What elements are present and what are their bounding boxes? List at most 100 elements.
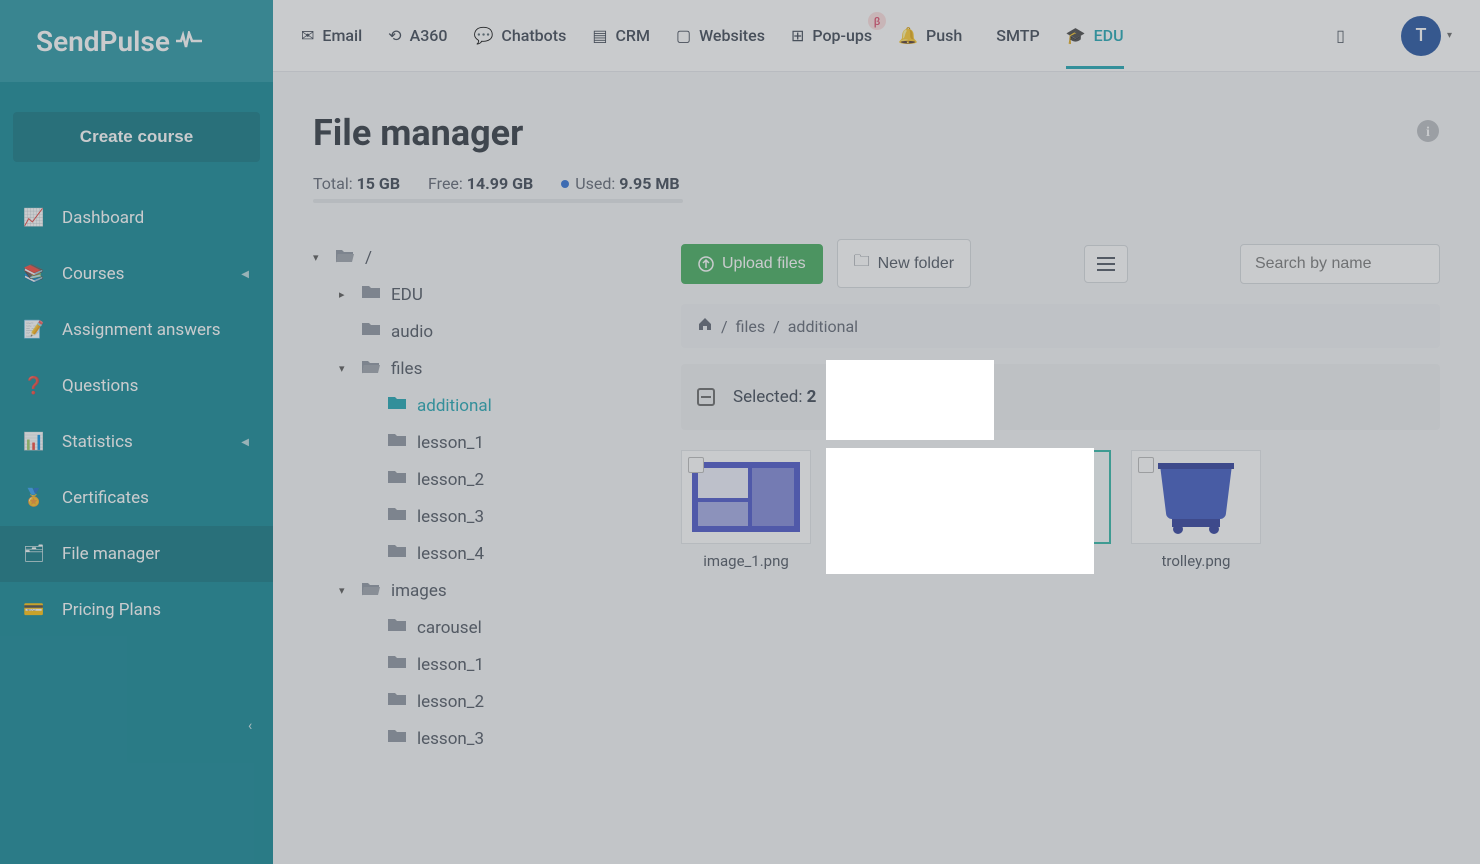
tree-label: files [391, 359, 422, 379]
topnav-pop-ups[interactable]: ⊞Pop-upsβ [791, 26, 872, 45]
file-card[interactable]: 404 error-page.p… [831, 450, 961, 570]
tree-item-audio[interactable]: audio [313, 313, 653, 350]
topnav-icon: 🔔 [898, 26, 918, 45]
chevron-down-icon: ▾ [313, 251, 325, 264]
list-view-button[interactable] [1084, 245, 1128, 283]
tree-label: lesson_2 [417, 692, 484, 712]
chevron-down-icon: ▾ [1447, 30, 1452, 41]
file-card[interactable]: statistics.png [981, 450, 1111, 570]
folder-icon [387, 395, 407, 416]
topbar: ✉Email ⟲A360 💬Chatbots ▤CRM ▢Websites ⊞ Pop-up… [273, 0, 1480, 72]
topnav-email[interactable]: ✉Email [301, 26, 362, 45]
tree-item-files[interactable]: ▾files [313, 350, 653, 387]
logo[interactable]: SendPulse [0, 0, 273, 82]
file-checkbox[interactable] [688, 457, 704, 473]
topnav-smtp[interactable]: SMTP [988, 26, 1039, 45]
new-folder-button[interactable]: 🗀New folder [837, 239, 972, 288]
folder-icon [361, 284, 381, 305]
storage-info: Total: 15 GB Free: 14.99 GB Used: 9.95 M… [313, 174, 1440, 193]
mobile-icon[interactable]: ▯ [1336, 26, 1345, 45]
tree-label: EDU [391, 285, 423, 305]
nav-icon: 📚 [24, 264, 44, 284]
sidebar-item-questions[interactable]: ❓ Questions [0, 358, 273, 414]
delete-button[interactable]: 🗑Delete [834, 378, 943, 416]
main: ✉Email ⟲A360 💬Chatbots ▤CRM ▢Websites ⊞ Pop-up… [273, 0, 1480, 864]
page-title: File manager [313, 112, 523, 154]
tree-item-EDU[interactable]: ▸ EDU [313, 276, 653, 313]
tree-item-lesson_4[interactable]: lesson_4 [313, 535, 653, 572]
nav-label: Assignment answers [62, 320, 221, 340]
topnav-icon: ⟲ [388, 26, 401, 45]
file-checkbox[interactable] [839, 458, 855, 474]
tree-label: lesson_3 [417, 729, 484, 749]
storage-progress [313, 199, 683, 203]
folder-icon [361, 321, 381, 342]
topnav-icon: 💬 [473, 26, 493, 45]
file-name: image_1.png [703, 552, 789, 570]
sidebar-item-courses[interactable]: 📚Courses◀ [0, 246, 273, 302]
tree-item-carousel[interactable]: carousel [313, 609, 653, 646]
nav-label: Statistics [62, 432, 133, 452]
file-card[interactable]: image_1.png [681, 450, 811, 570]
tree-item-lesson_2[interactable]: lesson_2 [313, 461, 653, 498]
tree-label: audio [391, 322, 433, 342]
files-area: Upload files 🗀New folder /files /additio… [681, 239, 1440, 757]
tree-item-lesson_1[interactable]: lesson_1 [313, 424, 653, 461]
info-icon[interactable]: i [1416, 119, 1440, 147]
folder-plus-icon: 🗀 [854, 250, 870, 277]
folder-icon [387, 728, 407, 749]
nav-icon: ❓ [24, 376, 44, 396]
file-card[interactable]: trolley.png [1131, 450, 1261, 570]
sidebar-item-file-manager[interactable]: 🗂File manager [0, 526, 273, 582]
tree-label: images [391, 581, 447, 601]
tree-item-images[interactable]: ▾images [313, 572, 653, 609]
create-course-button[interactable]: Create course [13, 112, 260, 162]
tree-item-lesson_1[interactable]: lesson_1 [313, 646, 653, 683]
tree-label: lesson_3 [417, 507, 484, 527]
folder-icon [387, 506, 407, 527]
sidebar-item-pricing-plans[interactable]: 💳Pricing Plans [0, 582, 273, 638]
upload-button[interactable]: Upload files [681, 244, 823, 284]
collapse-sidebar-icon[interactable]: ‹ [248, 718, 252, 734]
nav-label: File manager [62, 544, 160, 564]
topnav-crm[interactable]: ▤CRM [592, 26, 650, 45]
topnav-push[interactable]: 🔔Push [898, 26, 962, 45]
folder-icon [387, 654, 407, 675]
tree-item-lesson_3[interactable]: lesson_3 [313, 498, 653, 535]
tree-label: lesson_1 [417, 433, 484, 453]
sidebar-item-statistics[interactable]: 📊Statistics◀ [0, 414, 273, 470]
chevron-right-icon: ▸ [339, 288, 351, 301]
topnav-label: EDU [1094, 26, 1124, 45]
file-name: error-page.p… [850, 552, 941, 570]
file-checkbox[interactable] [989, 458, 1005, 474]
topnav-chatbots[interactable]: 💬Chatbots [473, 26, 566, 45]
search-input[interactable] [1240, 244, 1440, 284]
sidebar-item-certificates[interactable]: 🏅Certificates [0, 470, 273, 526]
topnav-a360[interactable]: ⟲A360 [388, 26, 447, 45]
home-icon[interactable] [697, 316, 713, 336]
sidebar-item-dashboard[interactable]: 📈 Dashboard [0, 190, 273, 246]
topnav-icon: ⊞ [791, 26, 804, 45]
tree-label: lesson_4 [417, 544, 484, 564]
topnav-label: Pop-ups [812, 26, 872, 45]
topnav-edu[interactable]: 🎓EDU [1066, 26, 1124, 45]
tree-item-additional[interactable]: additional [313, 387, 653, 424]
nav-icon: 📈 [24, 208, 44, 228]
partial-checkbox[interactable] [697, 388, 715, 406]
nav-label: Questions [62, 376, 138, 396]
sidebar-item-assignment-answers[interactable]: 📝Assignment answers [0, 302, 273, 358]
avatar: T [1401, 16, 1441, 56]
topnav-websites[interactable]: ▢Websites [676, 26, 765, 45]
file-checkbox[interactable] [1138, 457, 1154, 473]
chevron-icon: ◀ [241, 269, 249, 280]
file-thumbnail: 404 [831, 450, 961, 544]
nav-label: Dashboard [62, 208, 144, 228]
tree-label: lesson_1 [417, 655, 484, 675]
tree-item-lesson_2[interactable]: lesson_2 [313, 683, 653, 720]
user-menu[interactable]: T ▾ [1401, 16, 1452, 56]
tree-item--[interactable]: ▾/ [313, 239, 653, 276]
tree-item-lesson_3[interactable]: lesson_3 [313, 720, 653, 757]
topnav-icon: ▤ [592, 26, 607, 45]
nav-label: Pricing Plans [62, 600, 161, 620]
breadcrumb[interactable]: /files /additional [681, 304, 1440, 348]
